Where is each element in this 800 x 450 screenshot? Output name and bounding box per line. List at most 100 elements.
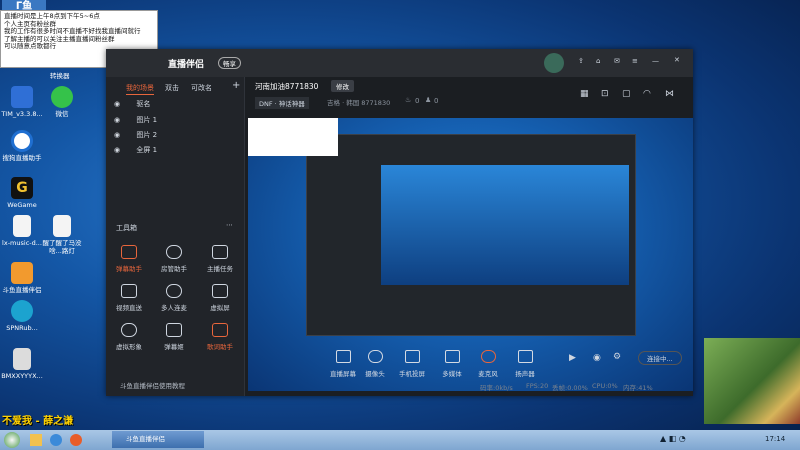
tool-danmu-helper[interactable]: 弹幕助手 [109,245,149,273]
taskbar-app-icons [30,434,83,448]
bottom-tool-label: 麦克风 [478,370,498,378]
desktop-icon-wechat[interactable]: 微信 [40,86,84,118]
bot-icon [166,323,182,337]
desktop-icon-label: BMXXYYYX... [1,372,43,380]
explorer-icon[interactable] [30,434,42,446]
sogou-icon [11,130,33,152]
mail-icon[interactable]: ✉ [614,57,620,65]
nested-inner-preview [381,165,629,285]
scene-item[interactable]: ◉ 驱名 [114,99,150,113]
stat-memory: 内存:41% [623,384,653,392]
bottom-tool-label: 手机投屏 [399,370,425,378]
tool-host-tasks[interactable]: 主播任务 [200,245,240,273]
desktop-icon-label: TIM_v3.3.8... [1,110,43,118]
tool-video-push[interactable]: 视频直送 [109,284,149,312]
download-icon [166,284,182,298]
close-icon[interactable]: ✕ [674,56,680,64]
tool-microphone[interactable]: 麦克风 [469,350,507,378]
layout-icon[interactable]: ▦ [580,89,589,99]
scene-label: 图片 1 [136,116,158,124]
desktop-icon-sogou[interactable]: 搜狗直播助手 [0,130,44,162]
file-icon [13,348,31,370]
taskbar-item-douyu[interactable]: 斗鱼直播伴侣 [112,431,204,448]
eye-icon[interactable]: ◉ [114,131,120,139]
desktop-icon-spn[interactable]: SPNRub... [0,300,44,332]
app-logo: 直播伴侣 [168,60,205,70]
tool-label: 歌词助手 [207,343,233,351]
phone-icon [404,350,420,363]
desktop-icon-douyu[interactable]: 斗鱼直播伴侣 [0,262,44,294]
desktop-icon-label: SPNRub... [6,324,38,332]
bottom-tool-label: 直播屏幕 [330,370,356,378]
share-icon[interactable]: ⋈ [665,89,674,99]
nested-note [248,118,338,156]
bottom-tool-label: 多媒体 [442,370,462,378]
desktop-icon-lxmusic[interactable]: lx-music-d... [0,215,44,247]
capture-icon[interactable]: ▢ [622,89,631,99]
tool-label: 视频直送 [116,304,142,312]
lock-icon[interactable]: ⊡ [601,89,609,99]
scene-item[interactable]: ◉ 图片 1 [114,115,157,129]
tool-label: 房管助手 [161,265,187,273]
speaker-icon [517,350,533,363]
tool-room-admin[interactable]: 房管助手 [154,245,194,273]
more-icon[interactable]: ⋯ [226,221,233,229]
hot-icon: ♨ [405,96,412,104]
tool-speaker[interactable]: 扬声器 [506,350,544,378]
tool-camera[interactable]: 摄像头 [356,350,394,378]
eye-icon[interactable]: ◉ [114,146,120,154]
desktop-icon-label: lx-music-d... [2,239,42,247]
desktop-icon-tim[interactable]: TIM_v3.3.8... [0,86,44,118]
toolbox-title: 工具箱 [116,224,137,232]
microphone-icon [480,350,496,363]
fans-icon: ♟ [425,96,432,104]
browser-icon[interactable] [50,434,63,446]
scene-item[interactable]: ◉ 全屏 1 [114,145,157,159]
eye-icon[interactable]: ◉ [114,100,120,108]
task-icon [212,245,228,259]
badge[interactable]: 畅享 [218,57,241,69]
desktop-icon-label: 醒了醒了马没啥...路灯 [42,239,82,255]
record-icon[interactable]: ▶ [569,353,576,363]
tool-lyrics-helper[interactable]: 歌词助手 [200,323,240,351]
avatar[interactable] [544,53,564,73]
bell-icon[interactable]: ◠ [643,89,651,99]
tab-double-click[interactable]: 双击 [165,83,179,93]
minimize-icon[interactable]: — [652,57,659,65]
tool-media[interactable]: 多媒体 [433,350,471,378]
tutorial-link[interactable]: 斗鱼直播伴侣使用教程 [120,380,185,390]
desktop-icon-doc[interactable]: 醒了醒了马没啥...路灯 [40,215,84,255]
tab-my-scenes[interactable]: 我的场景 [126,83,154,93]
eye-icon[interactable]: ◉ [593,353,601,363]
gift-icon[interactable]: ⌂ [596,57,600,65]
monitor-icon [335,350,351,363]
tray-icons[interactable]: ▲ ◧ ◔ [660,434,686,443]
taskbar: 斗鱼直播伴侣 ▲ ◧ ◔ 17:14 [0,430,800,450]
tool-danmu-girl[interactable]: 弹幕姬 [154,323,194,351]
tool-phone-cast[interactable]: 手机投屏 [393,350,431,378]
start-live-button[interactable]: 连接中... [638,351,682,365]
scene-item[interactable]: ◉ 图片 2 [114,130,157,144]
menu-icon[interactable]: ≡ [632,57,638,65]
tool-label: 弹幕助手 [116,265,142,273]
tool-multi-mic[interactable]: 多人连麦 [154,284,194,312]
scene-label: 图片 2 [136,131,158,139]
tool-label: 弹幕姬 [164,343,184,351]
scene-label: 驱名 [136,100,151,108]
tab-rename[interactable]: 可改名 [191,83,212,93]
category-tag[interactable]: DNF · 神话神器 [255,97,309,109]
tool-virtual-screen[interactable]: 虚拟屏 [200,284,240,312]
edit-button[interactable]: 修改 [331,80,354,92]
desktop-icon-label: WeGame [7,201,37,209]
share-icon[interactable]: ⇪ [578,57,584,65]
settings-icon[interactable]: ⚙ [613,352,621,362]
clock[interactable]: 17:14 [765,435,785,443]
media-icon[interactable] [70,434,83,446]
eye-icon[interactable]: ◉ [114,116,120,124]
desktop-icon-wegame[interactable]: G WeGame [0,177,44,209]
add-scene-button[interactable]: + [232,80,240,91]
tool-virtual-avatar[interactable]: 虚拟形象 [109,323,149,351]
start-icon[interactable] [4,432,20,448]
desktop-icon-bmx[interactable]: BMXXYYYX... [0,348,44,380]
danmu-icon [121,245,137,259]
